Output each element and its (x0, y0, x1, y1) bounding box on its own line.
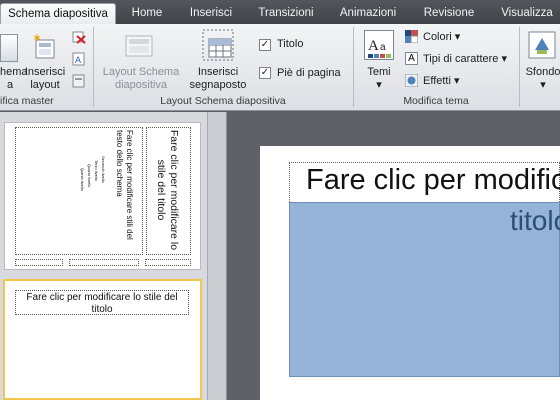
tab-visualizza[interactable]: Visualizza (494, 3, 560, 24)
layout-schema-icon (124, 32, 154, 60)
colors-button[interactable]: Colori ▾ (423, 30, 460, 43)
preserve-icon[interactable] (72, 74, 86, 88)
group-label-theme: Modifica tema (403, 95, 469, 107)
effects-button[interactable]: Effetti ▾ (423, 74, 460, 87)
delete-icon[interactable] (72, 30, 86, 44)
slide-thumbnail-layout-selected[interactable]: Fare clic per modificare lo stile del ti… (3, 279, 202, 400)
tab-inserisci[interactable]: Inserisci (180, 3, 242, 24)
thumb-title-vertical: Fare clic per modificare lo stile del ti… (155, 129, 180, 251)
background-button[interactable]: Sfondo ▾ (520, 66, 560, 92)
layout-schema-button: Layout Schema diapositiva (102, 66, 180, 91)
themes-icon[interactable]: Aa (364, 30, 394, 60)
schema-button-label[interactable]: hema a (0, 66, 28, 92)
ribbon-tab-bar: Schema diapositiva Home Inserisci Transi… (0, 0, 560, 24)
slide-title-text-line2[interactable]: titolo (510, 204, 560, 238)
thumb-level-3: Terzo livello (94, 160, 99, 181)
thumb-body-vertical: Fare clic per modificare stili del testo… (115, 130, 134, 240)
thumb-footer-date (15, 259, 63, 266)
rename-icon[interactable]: A (72, 52, 86, 66)
thumb-level-5: Quinto livello (80, 168, 85, 191)
tab-transizioni[interactable]: Transizioni (250, 3, 322, 24)
thumb-level-2: Secondo livello (101, 156, 106, 183)
group-label-layout: Layout Schema diapositiva (160, 95, 286, 107)
slide-master-icon[interactable] (0, 34, 18, 62)
colors-icon[interactable] (405, 30, 419, 44)
thumb-level-4: Quarto livello (87, 164, 92, 188)
thumb2-title: Fare clic per modificare lo stile del ti… (15, 290, 189, 315)
slide-title-text[interactable]: Fare clic per modificare (306, 163, 560, 199)
thumb-title-placeholder: Fare clic per modificare lo stile del ti… (146, 127, 191, 255)
svg-text:✶: ✶ (32, 32, 42, 45)
footer-check-label: Piè di pagina (277, 67, 341, 79)
svg-text:a: a (380, 42, 386, 53)
insert-layout-button[interactable]: Inserisci layout (22, 66, 68, 92)
footer-checkbox[interactable]: ✓ (259, 67, 271, 79)
insert-placeholder-icon[interactable] (202, 29, 234, 61)
thumb-footer-number (145, 259, 191, 266)
effects-icon[interactable] (404, 73, 419, 88)
group-label-master: ifica master (0, 95, 54, 107)
tab-schema-diapositiva[interactable]: Schema diapositiva (0, 3, 116, 24)
fonts-button[interactable]: Tipi di carattere ▾ (423, 52, 507, 65)
svg-text:A: A (368, 38, 379, 54)
thumb-footer-text (69, 259, 139, 266)
title-check-label: Titolo (277, 38, 304, 50)
fonts-icon[interactable]: A (405, 52, 418, 65)
pane-splitter[interactable] (207, 112, 227, 400)
insert-layout-icon[interactable]: ✶ (32, 31, 56, 60)
tab-animazioni[interactable]: Animazioni (332, 3, 404, 24)
slide-thumbnail-master[interactable]: Fare clic per modificare lo stile del ti… (4, 122, 201, 270)
ribbon: hema a ✶ Inserisci layout A ifica master L… (0, 24, 560, 111)
background-icon[interactable] (527, 30, 557, 60)
tab-home[interactable]: Home (122, 3, 172, 24)
insert-placeholder-button[interactable]: Inserisci segnaposto (186, 66, 250, 92)
svg-text:A: A (75, 55, 81, 65)
tab-revisione[interactable]: Revisione (414, 3, 484, 24)
title-checkbox[interactable]: ✓ (259, 39, 271, 51)
themes-button[interactable]: Temi ▾ (359, 66, 399, 92)
thumb-body-placeholder: Fare clic per modificare stili del testo… (15, 127, 143, 255)
